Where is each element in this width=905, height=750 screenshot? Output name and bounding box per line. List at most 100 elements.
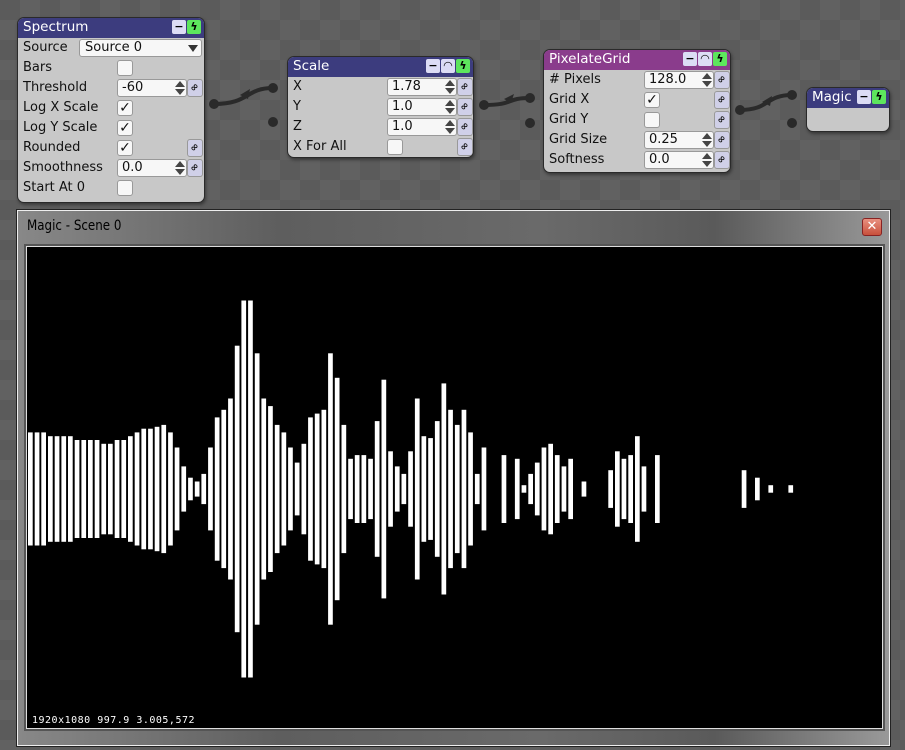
z-input[interactable]: 1.0 <box>387 118 457 136</box>
spectrum-bar <box>34 432 40 546</box>
spectrum-bar <box>101 443 107 535</box>
threshold-input[interactable]: -60 <box>117 79 187 97</box>
spectrum-bar <box>608 470 613 508</box>
minus-icon[interactable]: − <box>426 59 440 73</box>
xforall-label: X For All <box>293 139 347 154</box>
spectrum-bar <box>408 451 413 527</box>
input-port[interactable] <box>525 118 535 128</box>
scene-window[interactable]: Magic - Scene 0 ✕ 1920x1080 997.9 3.005,… <box>16 209 891 747</box>
source-value: Source 0 <box>85 40 143 55</box>
spectrum-bar <box>241 300 247 678</box>
node-header[interactable]: PixelateGrid − ◠ ϟ <box>544 50 730 70</box>
smoothness-value: 0.0 <box>122 160 143 175</box>
scale-node[interactable]: Scale −◠ϟ X 1.78 Y 1.0 Z 1.0 X For All <box>287 56 474 158</box>
link-icon[interactable] <box>457 118 473 136</box>
spectrum-bar <box>561 466 567 512</box>
x-value: 1.78 <box>392 79 421 94</box>
node-title: Scale <box>293 58 330 74</box>
start-checkbox[interactable] <box>117 180 133 196</box>
spectrum-bar <box>168 432 173 546</box>
spectrum-bar <box>394 466 400 512</box>
link-icon[interactable] <box>457 78 473 96</box>
node-header[interactable]: Spectrum − ϟ <box>18 18 204 38</box>
rounded-label: Rounded <box>23 140 81 155</box>
z-value: 1.0 <box>392 119 413 134</box>
bars-checkbox[interactable] <box>117 60 133 76</box>
scene-viewport[interactable]: 1920x1080 997.9 3.005,572 <box>24 244 885 731</box>
y-input[interactable]: 1.0 <box>387 98 457 116</box>
minus-icon[interactable]: − <box>683 52 697 66</box>
spectrum-bar <box>301 443 307 535</box>
minus-icon[interactable]: − <box>172 20 186 34</box>
link-icon[interactable] <box>187 79 203 97</box>
node-header[interactable]: Scale − ◠ ϟ <box>288 57 473 77</box>
node-title: PixelateGrid <box>549 51 631 67</box>
spectrum-bar <box>174 447 180 531</box>
spectrum-bar <box>148 428 153 550</box>
spectrum-bar <box>48 436 53 542</box>
smoothness-input[interactable]: 0.0 <box>117 159 187 177</box>
gridx-checkbox[interactable]: ✓ <box>644 92 660 108</box>
spectrum-bar <box>41 432 46 546</box>
spinner-icon[interactable] <box>445 120 455 134</box>
spectrum-node[interactable]: Spectrum − ϟ Source Source 0 Bars Threshol… <box>17 17 205 203</box>
link-icon[interactable] <box>714 151 730 169</box>
link-icon[interactable] <box>714 91 730 109</box>
spectrum-bar <box>448 409 453 569</box>
threshold-label: Threshold <box>23 80 88 95</box>
lightning-icon[interactable]: ϟ <box>187 20 201 34</box>
spinner-icon[interactable] <box>702 153 712 167</box>
link-icon[interactable] <box>714 111 730 129</box>
logx-checkbox[interactable]: ✓ <box>117 100 133 116</box>
spectrum-bar <box>201 473 207 505</box>
input-port[interactable] <box>525 93 535 103</box>
close-icon[interactable]: ✕ <box>862 218 882 236</box>
magic-node[interactable]: Magic − ϟ <box>806 87 890 132</box>
input-port-x[interactable] <box>268 83 278 93</box>
spectrum-bar <box>548 443 553 535</box>
softness-input[interactable]: 0.0 <box>644 151 714 169</box>
link-icon[interactable] <box>187 139 203 157</box>
spinner-icon[interactable] <box>445 80 455 94</box>
link-icon[interactable] <box>187 159 203 177</box>
spinner-icon[interactable] <box>175 161 185 175</box>
rounded-checkbox[interactable]: ✓ <box>117 140 133 156</box>
output-port[interactable] <box>479 100 489 110</box>
output-port[interactable] <box>735 105 745 115</box>
link-icon[interactable] <box>457 98 473 116</box>
link-icon[interactable] <box>714 131 730 149</box>
x-input[interactable]: 1.78 <box>387 78 457 96</box>
spectrum-bar <box>188 477 193 501</box>
spectrum-bar <box>54 436 60 542</box>
spectrum-bar <box>568 458 573 520</box>
xforall-checkbox[interactable] <box>387 139 403 155</box>
spectrum-bar <box>468 432 473 546</box>
minus-icon[interactable]: − <box>857 90 871 104</box>
input-port[interactable] <box>787 118 797 128</box>
lightning-icon[interactable]: ϟ <box>456 59 470 73</box>
pixelategrid-node[interactable]: PixelateGrid −◠ϟ # Pixels 128.0 Grid X ✓ G… <box>543 49 731 173</box>
link-icon[interactable] <box>457 138 473 156</box>
spectrum-bar <box>348 458 353 520</box>
gridy-checkbox[interactable] <box>644 112 660 128</box>
input-port[interactable] <box>787 90 797 100</box>
input-port[interactable] <box>268 117 278 127</box>
spinner-icon[interactable] <box>702 133 712 147</box>
link-icon[interactable] <box>714 71 730 89</box>
spinner-icon[interactable] <box>175 81 185 95</box>
lightning-icon[interactable]: ϟ <box>872 90 886 104</box>
node-header[interactable]: Magic − ϟ <box>807 88 889 108</box>
lightning-icon[interactable]: ϟ <box>713 52 727 66</box>
pixels-input[interactable]: 128.0 <box>644 71 714 89</box>
logy-checkbox[interactable]: ✓ <box>117 120 133 136</box>
spectrum-bar <box>421 436 427 542</box>
visibility-icon[interactable]: ◠ <box>698 52 712 66</box>
spinner-icon[interactable] <box>702 73 712 87</box>
visibility-icon[interactable]: ◠ <box>441 59 455 73</box>
source-select[interactable]: Source 0 <box>79 39 202 57</box>
output-port[interactable] <box>209 99 219 109</box>
gridsize-input[interactable]: 0.25 <box>644 131 714 149</box>
spectrum-bar <box>441 383 447 595</box>
spinner-icon[interactable] <box>445 100 455 114</box>
spectrum-bar <box>68 436 73 542</box>
